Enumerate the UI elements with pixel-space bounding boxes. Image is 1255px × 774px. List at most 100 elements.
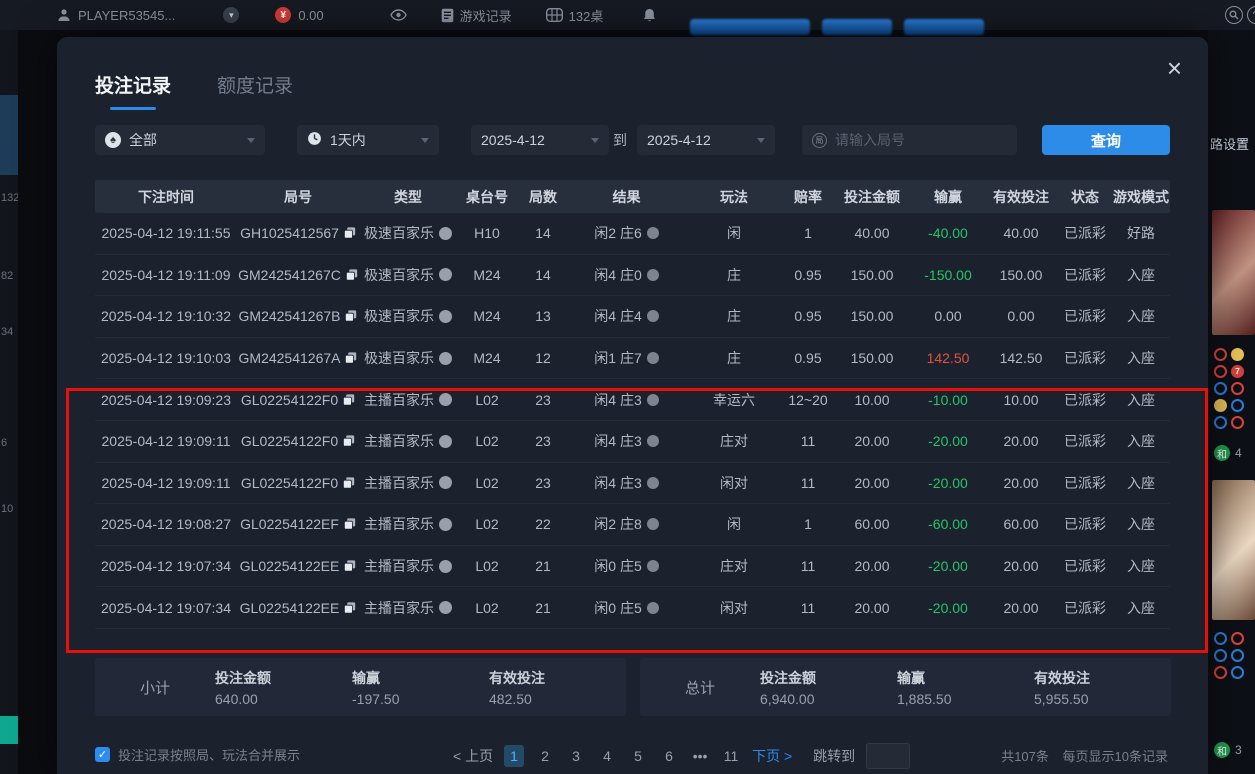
- road-settings-label[interactable]: 路设置: [1210, 134, 1249, 153]
- type-info-icon[interactable]: [439, 227, 452, 240]
- tables-grid-icon[interactable]: [546, 8, 563, 22]
- result-detail-icon[interactable]: [647, 435, 659, 447]
- page-number[interactable]: 1: [504, 745, 524, 767]
- cell-time-text: 2025-04-12 19:11:55: [102, 225, 231, 241]
- next-page-button[interactable]: 下页 >: [752, 746, 792, 766]
- jump-page-input[interactable]: [866, 743, 910, 769]
- dealer-video-thumbnail[interactable]: [1212, 480, 1255, 620]
- cell-winloss: 142.50: [912, 350, 984, 366]
- result-detail-icon[interactable]: [647, 560, 659, 572]
- copy-icon[interactable]: [343, 394, 355, 406]
- copy-icon[interactable]: [344, 227, 356, 239]
- cell-count-text: 23: [535, 392, 551, 408]
- copy-icon[interactable]: [344, 602, 356, 614]
- merge-checkbox[interactable]: ✓: [95, 747, 110, 762]
- road-bead: [1231, 399, 1244, 412]
- chevron-down-icon: [757, 138, 765, 143]
- column-header: 玩法: [684, 187, 784, 207]
- result-detail-icon[interactable]: [647, 477, 659, 489]
- close-icon[interactable]: ×: [1167, 55, 1182, 81]
- cell-play-text: 闲对: [720, 473, 748, 493]
- cell-status-text: 已派彩: [1064, 473, 1106, 493]
- bet-records-modal: × 投注记录 额度记录 ♠ 全部 1天内 2025-4-12 到 2025-4-…: [57, 37, 1208, 774]
- type-info-icon[interactable]: [439, 518, 452, 531]
- eye-icon[interactable]: [390, 9, 407, 21]
- result-detail-icon[interactable]: [647, 227, 659, 239]
- copy-icon[interactable]: [345, 310, 357, 322]
- total-count: 共107条: [1001, 749, 1049, 764]
- cell-count-text: 14: [535, 267, 551, 283]
- type-info-icon[interactable]: [439, 560, 452, 573]
- game-category-select[interactable]: ♠ 全部: [95, 125, 265, 155]
- total-bet: 投注金额 6,940.00: [760, 668, 897, 707]
- player-name[interactable]: PLAYER53545...: [78, 8, 175, 23]
- type-info-icon[interactable]: [439, 435, 452, 448]
- game-record-label[interactable]: 游戏记录: [460, 6, 512, 25]
- page-number[interactable]: 6: [659, 745, 679, 767]
- page-number[interactable]: 4: [597, 745, 617, 767]
- total-valid-label: 有效投注: [1034, 668, 1171, 688]
- result-detail-icon[interactable]: [647, 602, 659, 614]
- time-range-select[interactable]: 1天内: [297, 125, 439, 155]
- subtotal-valid-value: 482.50: [489, 691, 626, 707]
- type-info-icon[interactable]: [439, 352, 452, 365]
- cell-round: GL02254122F0: [237, 475, 359, 491]
- cell-result: 闲4 庄3: [569, 390, 684, 410]
- round-input[interactable]: [835, 132, 985, 148]
- cell-status: 已派彩: [1058, 598, 1112, 618]
- type-info-icon[interactable]: [439, 268, 452, 281]
- date-from-select[interactable]: 2025-4-12: [471, 125, 609, 155]
- result-detail-icon[interactable]: [647, 394, 659, 406]
- cell-odds: 11: [784, 433, 832, 449]
- result-detail-icon[interactable]: [647, 310, 659, 322]
- cell-time-text: 2025-04-12 19:09:11: [102, 433, 231, 449]
- type-info-icon[interactable]: [439, 310, 452, 323]
- page-number[interactable]: 2: [535, 745, 555, 767]
- total-bet-label: 投注金额: [760, 668, 897, 688]
- page-number[interactable]: 3: [566, 745, 586, 767]
- result-detail-icon[interactable]: [647, 269, 659, 281]
- cell-result-text: 闲4 庄3: [594, 390, 641, 410]
- bell-icon[interactable]: [643, 8, 656, 23]
- filter-bar: ♠ 全部 1天内 2025-4-12 到 2025-4-12 局 查询: [57, 125, 1208, 155]
- type-info-icon[interactable]: [439, 476, 452, 489]
- copy-icon[interactable]: [344, 518, 356, 530]
- copy-icon[interactable]: [343, 435, 355, 447]
- result-detail-icon[interactable]: [647, 518, 659, 530]
- cell-status: 已派彩: [1058, 265, 1112, 285]
- result-detail-icon[interactable]: [647, 352, 659, 364]
- prev-page-button[interactable]: < 上页: [453, 746, 493, 766]
- type-info-icon[interactable]: [439, 393, 452, 406]
- road-bead: [1231, 666, 1244, 679]
- table-count-label[interactable]: 132桌: [569, 6, 604, 25]
- table-row: 2025-04-12 19:09:11GL02254122F0主播百家乐L022…: [95, 463, 1170, 505]
- copy-icon[interactable]: [343, 477, 355, 489]
- dealer-video-thumbnail[interactable]: [1212, 210, 1255, 335]
- help-icon[interactable]: ?: [1247, 6, 1255, 24]
- top-bar: PLAYER53545... ▾ ¥ 0.00 游戏记录 132桌 ?: [0, 0, 1255, 30]
- cell-bet: 10.00: [832, 392, 912, 408]
- copy-icon[interactable]: [345, 352, 357, 364]
- cell-winloss-text: -20.00: [928, 433, 968, 449]
- cell-winloss-text: -60.00: [928, 516, 968, 532]
- cell-result-text: 闲0 庄5: [594, 556, 641, 576]
- cell-mode-text: 入座: [1127, 473, 1155, 493]
- search-button[interactable]: 查询: [1042, 125, 1170, 155]
- tab-bet-records[interactable]: 投注记录: [95, 71, 171, 98]
- type-info-icon[interactable]: [439, 601, 452, 614]
- player-dropdown-icon[interactable]: ▾: [223, 7, 239, 23]
- date-to-select[interactable]: 2025-4-12: [637, 125, 775, 155]
- tab-quota-records[interactable]: 额度记录: [217, 71, 293, 98]
- search-icon[interactable]: [1225, 6, 1243, 24]
- table-row: 2025-04-12 19:07:34GL02254122EE主播百家乐L022…: [95, 546, 1170, 588]
- cell-table-text: L02: [475, 475, 498, 491]
- copy-icon[interactable]: [346, 269, 358, 281]
- game-record-icon[interactable]: [441, 8, 454, 23]
- page-number[interactable]: 11: [721, 745, 741, 767]
- cell-result: 闲2 庄8: [569, 514, 684, 534]
- cell-play-text: 庄对: [720, 431, 748, 451]
- copy-icon[interactable]: [344, 560, 356, 572]
- cell-valid-text: 142.50: [1000, 350, 1043, 366]
- page-number[interactable]: 5: [628, 745, 648, 767]
- cell-bet-text: 20.00: [854, 558, 889, 574]
